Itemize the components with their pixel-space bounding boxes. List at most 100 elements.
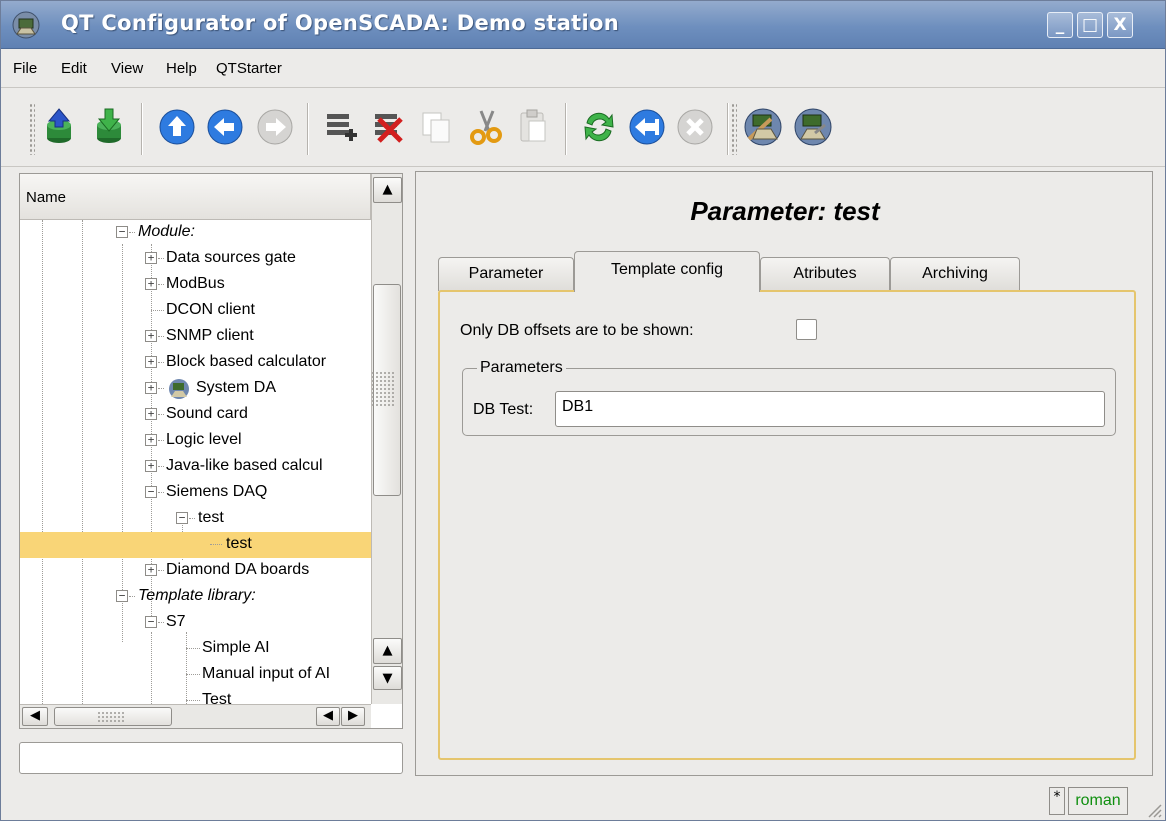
tree-branch-line [158, 258, 164, 259]
expand-icon[interactable]: + [145, 460, 157, 472]
tab-parameter[interactable]: Parameter [438, 257, 574, 291]
expand-icon[interactable]: + [145, 278, 157, 290]
tree-item-manual-input-ai[interactable]: Manual input of AI [20, 662, 371, 688]
menu-help[interactable]: Help [166, 60, 197, 77]
tree-item-label: SNMP client [166, 327, 254, 344]
back-icon[interactable] [203, 105, 247, 149]
configurator-icon[interactable] [741, 105, 785, 149]
expand-icon[interactable]: + [145, 564, 157, 576]
tab-atributes[interactable]: Atributes [760, 257, 890, 291]
up-icon[interactable] [155, 105, 199, 149]
collapse-icon[interactable]: − [145, 616, 157, 628]
menu-edit[interactable]: Edit [61, 60, 87, 77]
tree-item-label: Block based calculator [166, 353, 327, 370]
tree-vertical-scrollbar[interactable]: ▲ ▲ ▼ [371, 174, 402, 704]
expand-icon[interactable]: + [145, 356, 157, 368]
collapse-icon[interactable]: − [145, 486, 157, 498]
refresh-icon[interactable] [577, 105, 621, 149]
toolbar [1, 89, 1165, 167]
window-title: QT Configurator of OpenSCADA: Demo stati… [61, 11, 619, 35]
tree-branch-line [129, 596, 135, 597]
tree-column-header[interactable]: Name [20, 174, 371, 220]
cut-icon[interactable] [463, 105, 507, 149]
expand-icon[interactable]: + [145, 330, 157, 342]
tree-item-simple-ai[interactable]: Simple AI [20, 636, 371, 662]
scroll-left-arrow-icon[interactable]: ◀ [22, 707, 48, 726]
tree-item-snmp-client[interactable]: + SNMP client [20, 324, 371, 350]
tree-item-module[interactable]: − Module: [20, 220, 371, 246]
tree-view[interactable]: − Module: + Data sources gate + ModBus D… [20, 220, 371, 704]
tree-item-test-parameter[interactable]: test [20, 532, 371, 558]
system-da-icon [169, 379, 189, 399]
tree-item-s7[interactable]: − S7 [20, 610, 371, 636]
tree-item-label: Template library: [138, 587, 256, 604]
tree-item-dcon-client[interactable]: DCON client [20, 298, 371, 324]
minimize-button[interactable]: _ [1047, 12, 1073, 38]
collapse-icon[interactable]: − [116, 590, 128, 602]
expand-icon[interactable]: + [145, 408, 157, 420]
tree-item-label: Logic level [166, 431, 242, 448]
app-icon[interactable] [11, 10, 41, 40]
scroll-left-arrow-icon[interactable]: ◀ [316, 707, 340, 726]
tree-item-modbus[interactable]: + ModBus [20, 272, 371, 298]
expand-icon[interactable]: + [145, 252, 157, 264]
tree-item-test-template[interactable]: Test [20, 688, 371, 704]
tree-item-siemens-daq[interactable]: − Siemens DAQ [20, 480, 371, 506]
tree-item-sound-card[interactable]: + Sound card [20, 402, 371, 428]
tree-branch-line [158, 570, 164, 571]
item-add-icon[interactable] [319, 105, 363, 149]
collapse-icon[interactable]: − [116, 226, 128, 238]
horizontal-scroll-thumb[interactable] [54, 707, 172, 726]
toolbar-grip[interactable] [29, 103, 35, 155]
panel-splitter[interactable] [371, 173, 413, 773]
tree-branch-line [189, 518, 195, 519]
only-db-offsets-checkbox[interactable] [796, 319, 817, 340]
tree-item-template-library[interactable]: − Template library: [20, 584, 371, 610]
menu-view[interactable]: View [111, 60, 143, 77]
menu-qtstarter[interactable]: QTStarter [216, 60, 282, 77]
tab-archiving[interactable]: Archiving [890, 257, 1020, 291]
tree-horizontal-scrollbar[interactable]: ◀ ◀ ▶ [20, 704, 371, 728]
tree-item-java-like[interactable]: + Java-like based calcul [20, 454, 371, 480]
tab-template-config[interactable]: Template config [574, 251, 760, 292]
db-load-icon[interactable] [37, 105, 81, 149]
paste-icon[interactable] [511, 105, 555, 149]
content-panel: Parameter: test Parameter Template confi… [415, 171, 1153, 776]
title-bar[interactable]: QT Configurator of OpenSCADA: Demo stati… [1, 1, 1165, 49]
resize-grip-icon[interactable] [1143, 799, 1163, 819]
tree-item-test-controller[interactable]: − test [20, 506, 371, 532]
tree-item-label: Test [202, 691, 232, 704]
tree-branch-line [158, 362, 164, 363]
scroll-up-arrow-icon[interactable]: ▲ [373, 177, 402, 203]
scroll-right-arrow-icon[interactable]: ▶ [341, 707, 365, 726]
scroll-up-arrow-icon[interactable]: ▲ [373, 638, 402, 664]
tree-item-block-calculator[interactable]: + Block based calculator [20, 350, 371, 376]
forward-icon[interactable] [253, 105, 297, 149]
tree-item-diamond-da[interactable]: + Diamond DA boards [20, 558, 371, 584]
status-line[interactable] [19, 742, 403, 774]
maximize-button[interactable]: □ [1077, 12, 1103, 38]
tree-item-system-da[interactable]: + System DA [20, 376, 371, 402]
station-icon[interactable] [791, 105, 835, 149]
db-save-icon[interactable] [87, 105, 131, 149]
menu-file[interactable]: File [13, 60, 37, 77]
start-icon[interactable] [625, 105, 669, 149]
tree-item-data-sources-gate[interactable]: + Data sources gate [20, 246, 371, 272]
toolbar-separator [307, 103, 309, 155]
tree-item-label: S7 [166, 613, 186, 630]
user-badge[interactable]: roman [1068, 787, 1128, 815]
copy-icon[interactable] [415, 105, 459, 149]
collapse-icon[interactable]: − [176, 512, 188, 524]
db-test-input[interactable]: DB1 [555, 391, 1105, 427]
close-button[interactable]: X [1107, 12, 1133, 38]
scroll-down-arrow-icon[interactable]: ▼ [373, 666, 402, 690]
page-title: Parameter: test [690, 196, 880, 226]
menu-bar: File Edit View Help QTStarter [1, 50, 1165, 88]
expand-icon[interactable]: + [145, 434, 157, 446]
toolbar-grip[interactable] [731, 103, 737, 155]
item-delete-icon[interactable] [367, 105, 411, 149]
tree-item-label: DCON client [166, 301, 255, 318]
tree-item-logic-level[interactable]: + Logic level [20, 428, 371, 454]
stop-icon[interactable] [673, 105, 717, 149]
expand-icon[interactable]: + [145, 382, 157, 394]
